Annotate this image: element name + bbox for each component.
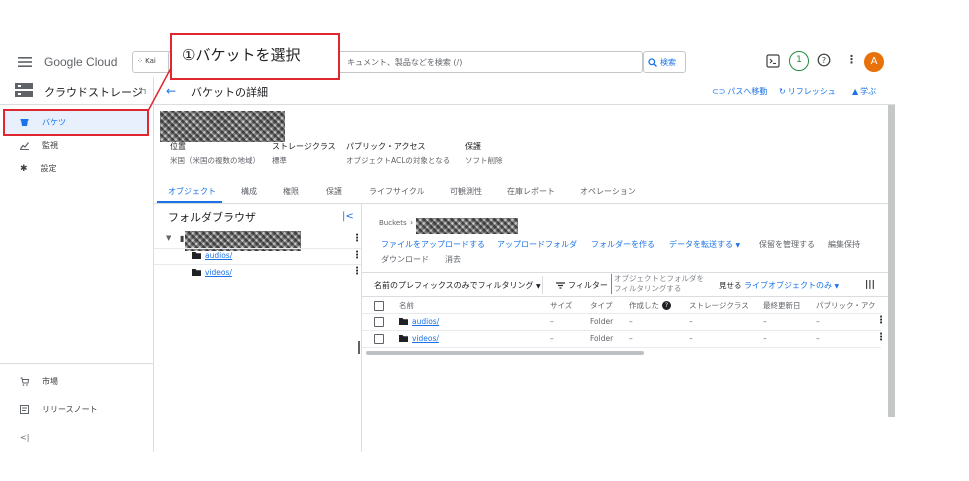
callout-box: ①バケットを選択 [170, 33, 340, 80]
callout-pointer [147, 67, 172, 112]
